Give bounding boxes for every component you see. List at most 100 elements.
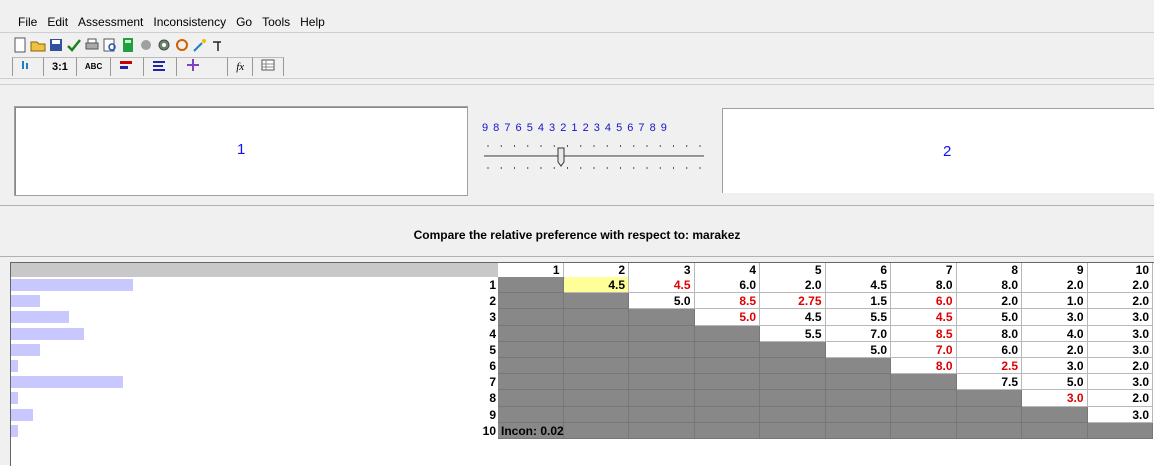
tab-questionnaire[interactable] [143, 56, 177, 76]
row-element-name[interactable] [11, 327, 84, 340]
wizard-icon[interactable] [192, 37, 208, 53]
matrix-cell[interactable]: 3.0 [1022, 358, 1088, 375]
row-element-name[interactable] [11, 279, 133, 291]
matrix-cell[interactable]: 6.0 [891, 293, 957, 310]
matrix-cell[interactable]: 8.0 [891, 277, 957, 294]
matrix-cell-locked [694, 325, 760, 342]
exit-icon[interactable] [210, 37, 226, 53]
matrix-cell[interactable]: 8.5 [694, 293, 760, 310]
matrix-cell[interactable]: 3.0 [1087, 341, 1153, 358]
matrix-cell[interactable]: 2.0 [1087, 358, 1153, 375]
new-file-icon[interactable] [12, 37, 28, 53]
left-element-panel[interactable]: 1 [14, 106, 468, 196]
matrix-cell[interactable]: 2.0 [1087, 390, 1153, 407]
matrix-cell[interactable]: 3.0 [1087, 406, 1153, 423]
matrix-cell[interactable]: 4.5 [629, 277, 695, 294]
divider [0, 32, 1154, 33]
matrix-cell-locked [1022, 422, 1088, 439]
matrix-cell[interactable]: 4.5 [760, 309, 826, 326]
menu-item-edit[interactable]: Edit [47, 15, 68, 29]
matrix-cell[interactable]: 8.0 [956, 325, 1022, 342]
matrix-cell[interactable]: 4.5 [563, 277, 629, 294]
row-element-name[interactable] [11, 392, 18, 405]
matrix-cell-locked [498, 406, 564, 423]
matrix-cell[interactable]: 3.0 [1087, 374, 1153, 391]
sensitivity-icon[interactable] [138, 37, 154, 53]
matrix-cell[interactable]: 1.5 [825, 293, 891, 310]
row-element-name[interactable] [11, 408, 33, 421]
matrix-cell[interactable]: 6.0 [956, 341, 1022, 358]
tab-verbal[interactable] [12, 56, 43, 76]
row-element-name[interactable] [11, 376, 123, 389]
menu-item-go[interactable]: Go [236, 15, 252, 29]
matrix-cell-locked [498, 390, 564, 407]
matrix-cell[interactable]: 2.0 [760, 277, 826, 294]
matrix-cell[interactable]: 5.0 [825, 341, 891, 358]
matrix-cell[interactable]: 3.0 [1022, 309, 1088, 326]
tab-numerical[interactable]: 3:1 [43, 56, 76, 76]
matrix-cell[interactable]: 2.5 [956, 358, 1022, 375]
open-folder-icon[interactable] [30, 37, 46, 53]
matrix-cell[interactable]: 3.0 [1087, 309, 1153, 326]
matrix-cell[interactable]: 5.0 [629, 293, 695, 310]
matrix-cell[interactable]: 7.0 [825, 325, 891, 342]
row-element-name[interactable] [11, 360, 18, 372]
tab-formula[interactable]: fx [227, 56, 253, 76]
print-icon[interactable] [84, 37, 100, 53]
matrix-cell[interactable]: 1.0 [1022, 293, 1088, 310]
check-icon[interactable] [66, 37, 82, 53]
tab-graphical[interactable] [110, 56, 144, 76]
matrix-cell[interactable]: 5.0 [1022, 374, 1088, 391]
matrix-cell[interactable]: 6.0 [694, 277, 760, 294]
comparison-matrix: 1 2 3 4 5 6 7 8 9 10 1 4.5 4.5 6.0 2.0 4.5 8.0 8.0 2.0 2.0 2… [10, 262, 1154, 466]
row-element-name[interactable] [11, 424, 18, 437]
tab-abc[interactable]: ABC [75, 56, 111, 76]
tab-matrix[interactable] [176, 56, 228, 76]
matrix-cell[interactable]: 5.5 [760, 325, 826, 342]
matrix-cell-locked [956, 422, 1022, 439]
matrix-cell-locked [694, 422, 760, 439]
matrix-cell[interactable]: 2.0 [956, 293, 1022, 310]
matrix-cell[interactable]: 8.0 [956, 277, 1022, 294]
row-element-name[interactable] [11, 311, 69, 324]
comparison-slider[interactable] [482, 138, 706, 174]
matrix-cell[interactable]: 2.0 [1022, 277, 1088, 294]
column-header: 6 [826, 263, 891, 277]
matrix-cell[interactable]: 8.0 [891, 358, 957, 375]
matrix-cell-locked [498, 374, 564, 391]
matrix-cell[interactable]: 2.0 [1022, 341, 1088, 358]
menu-item-assessment[interactable]: Assessment [78, 15, 143, 29]
matrix-cell[interactable]: 2.0 [1087, 293, 1153, 310]
matrix-cell[interactable]: 7.0 [891, 341, 957, 358]
matrix-cell[interactable]: 5.0 [956, 309, 1022, 326]
matrix-cell-locked [891, 374, 957, 391]
print-preview-icon[interactable] [102, 37, 118, 53]
matrix-cell[interactable]: 4.5 [891, 309, 957, 326]
menu-item-help[interactable]: Help [300, 15, 325, 29]
matrix-cell-locked [629, 341, 695, 358]
calculator-icon[interactable] [120, 37, 136, 53]
matrix-cell[interactable]: 7.5 [956, 374, 1022, 391]
save-icon[interactable] [48, 37, 64, 53]
menu-item-inconsistency[interactable]: Inconsistency [153, 15, 226, 29]
menu-item-file[interactable]: File [18, 15, 37, 29]
matrix-cell[interactable]: 5.5 [825, 309, 891, 326]
row-element-name[interactable] [11, 343, 40, 356]
slider-thumb[interactable] [557, 147, 565, 167]
gear-icon[interactable] [156, 37, 172, 53]
matrix-cell[interactable]: 3.0 [1087, 325, 1153, 342]
row-header: 2 [489, 294, 496, 309]
matrix-cell[interactable]: 2.0 [1087, 277, 1153, 294]
matrix-cell[interactable]: 4.0 [1022, 325, 1088, 342]
matrix-cell[interactable]: 5.0 [694, 309, 760, 326]
right-element-panel[interactable]: 2 [722, 108, 1154, 193]
refresh-icon[interactable] [174, 37, 190, 53]
menu-item-tools[interactable]: Tools [262, 15, 290, 29]
tab-table[interactable] [252, 56, 285, 76]
column-header: 5 [760, 263, 826, 277]
matrix-cell[interactable]: 3.0 [1022, 390, 1088, 407]
row-element-name[interactable] [11, 295, 40, 308]
matrix-cell[interactable]: 8.5 [891, 325, 957, 342]
matrix-cell[interactable]: 4.5 [825, 277, 891, 294]
matrix-cell[interactable]: 2.75 [760, 293, 826, 310]
